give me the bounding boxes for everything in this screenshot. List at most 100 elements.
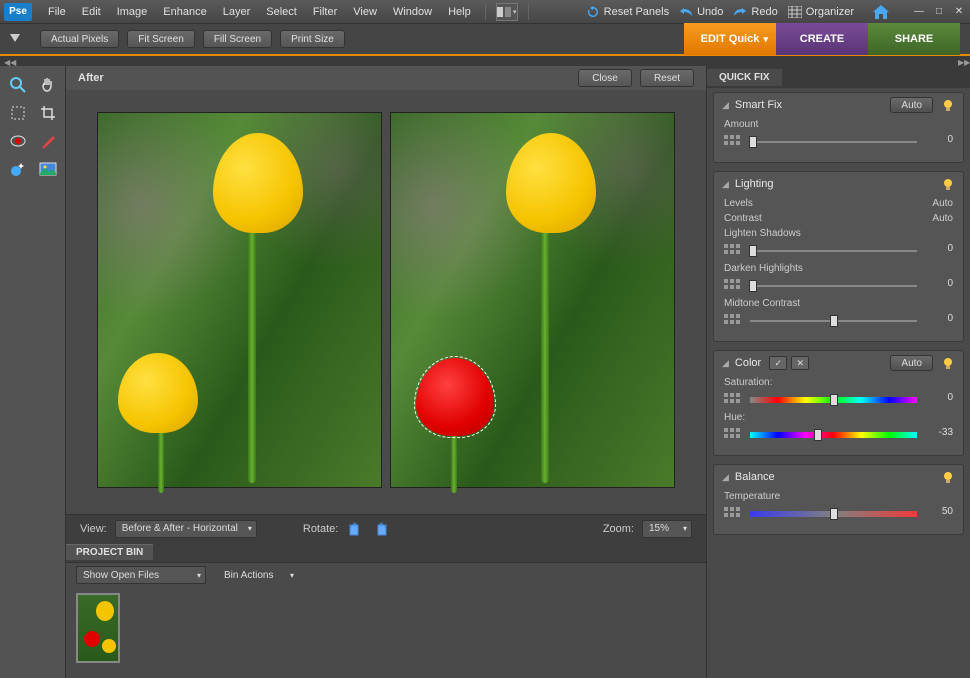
organizer-button[interactable]: Organizer <box>788 6 854 18</box>
color-auto-button[interactable]: Auto <box>890 355 933 371</box>
thumbnails-icon[interactable] <box>724 393 740 407</box>
before-image[interactable] <box>97 112 382 488</box>
saturation-slider[interactable] <box>750 397 917 403</box>
menu-help[interactable]: Help <box>440 6 479 18</box>
tip-icon[interactable] <box>941 356 955 370</box>
thumbnails-icon[interactable] <box>724 428 740 442</box>
collapse-icon[interactable]: ◢ <box>722 472 729 483</box>
minimize-button[interactable]: — <box>912 6 926 18</box>
menu-window[interactable]: Window <box>385 6 440 18</box>
levels-auto-button[interactable]: Auto <box>932 198 953 209</box>
darken-value[interactable]: 0 <box>927 278 953 294</box>
menu-layer[interactable]: Layer <box>215 6 259 18</box>
hue-slider[interactable] <box>750 432 917 438</box>
temperature-value[interactable]: 50 <box>927 506 953 522</box>
print-size-button[interactable]: Print Size <box>280 30 345 48</box>
layout-icon <box>497 7 511 17</box>
mode-edit-tab[interactable]: EDIT Quick <box>684 23 776 55</box>
collapse-right-icon[interactable]: ▶▶ <box>958 58 966 64</box>
accept-button[interactable]: ✓ <box>769 356 787 370</box>
menu-view[interactable]: View <box>345 6 385 18</box>
hand-tool[interactable] <box>36 74 60 96</box>
layout-selector[interactable]: ▾ <box>496 3 518 21</box>
smart-brush-tool[interactable] <box>6 158 30 180</box>
options-tri-icon[interactable] <box>10 34 20 44</box>
lighten-value[interactable]: 0 <box>927 243 953 259</box>
tip-icon[interactable] <box>941 177 955 191</box>
divider <box>485 4 486 20</box>
saturation-value[interactable]: 0 <box>927 392 953 408</box>
mode-share-tab[interactable]: SHARE <box>868 23 960 55</box>
thumbnails-icon[interactable] <box>724 279 740 293</box>
brush-tool[interactable] <box>36 130 60 152</box>
smart-fix-section: ◢ Smart Fix Auto Amount 0 <box>713 92 964 163</box>
after-image[interactable] <box>390 112 675 488</box>
quick-fix-tab[interactable]: QUICK FIX <box>707 69 782 86</box>
tip-icon[interactable] <box>941 470 955 484</box>
hue-value[interactable]: -33 <box>927 427 953 443</box>
home-icon[interactable] <box>872 4 890 20</box>
fit-screen-button[interactable]: Fit Screen <box>127 30 195 48</box>
amount-value[interactable]: 0 <box>927 134 953 150</box>
project-bin: Show Open Files Bin Actions <box>66 562 706 678</box>
thumbnails-icon[interactable] <box>724 507 740 521</box>
actual-pixels-button[interactable]: Actual Pixels <box>40 30 119 48</box>
app-logo: Pse <box>4 3 32 21</box>
zoom-tool[interactable] <box>6 74 30 96</box>
preview-close-button[interactable]: Close <box>578 69 632 87</box>
organizer-icon <box>788 6 802 18</box>
show-open-files-select[interactable]: Show Open Files <box>76 566 206 584</box>
redo-button[interactable]: Redo <box>733 6 777 18</box>
menu-edit[interactable]: Edit <box>74 6 109 18</box>
thumbnails-icon[interactable] <box>724 314 740 328</box>
menu-file[interactable]: File <box>40 6 74 18</box>
view-select[interactable]: Before & After - Horizontal <box>115 520 257 538</box>
midtone-value[interactable]: 0 <box>927 313 953 329</box>
photo-tool[interactable] <box>36 158 60 180</box>
collapse-icon[interactable]: ◢ <box>722 358 729 369</box>
menu-filter[interactable]: Filter <box>305 6 345 18</box>
collapse-left-icon[interactable]: ◀◀ <box>4 58 12 64</box>
thumbnails-icon[interactable] <box>724 244 740 258</box>
collapse-icon[interactable]: ◢ <box>722 179 729 190</box>
amount-slider[interactable] <box>750 141 917 143</box>
smart-fix-auto-button[interactable]: Auto <box>890 97 933 113</box>
view-bar: View: Before & After - Horizontal Rotate… <box>66 514 706 542</box>
tip-icon[interactable] <box>941 98 955 112</box>
reject-button[interactable]: ✕ <box>791 356 809 370</box>
temperature-slider[interactable] <box>750 511 917 517</box>
redeye-tool[interactable] <box>6 130 30 152</box>
darken-slider[interactable] <box>750 285 917 287</box>
rotate-ccw-icon[interactable] <box>346 521 364 537</box>
color-section: ◢ Color ✓ ✕ Auto Saturation: 0 <box>713 350 964 456</box>
menu-image[interactable]: Image <box>109 6 156 18</box>
reset-panels-button[interactable]: Reset Panels <box>586 5 669 19</box>
maximize-button[interactable]: □ <box>932 6 946 18</box>
color-title: Color <box>735 357 761 369</box>
fill-screen-button[interactable]: Fill Screen <box>203 30 272 48</box>
collapse-bar: ◀◀ ▶▶ <box>0 56 970 66</box>
selection-tool[interactable] <box>6 102 30 124</box>
close-window-button[interactable]: ✕ <box>952 6 966 18</box>
balance-title: Balance <box>735 471 775 483</box>
menu-select[interactable]: Select <box>258 6 305 18</box>
project-bin-tab[interactable]: PROJECT BIN <box>66 544 153 560</box>
bin-actions-select[interactable]: Bin Actions <box>218 566 298 584</box>
toolbox <box>0 66 66 678</box>
collapse-icon[interactable]: ◢ <box>722 100 729 111</box>
canvas-panel: After Close Reset <box>66 66 706 678</box>
mode-create-tab[interactable]: CREATE <box>776 23 868 55</box>
thumbnails-icon[interactable] <box>724 135 740 149</box>
midtone-slider[interactable] <box>750 320 917 322</box>
zoom-label: Zoom: <box>603 523 634 535</box>
bin-thumbnail[interactable] <box>76 593 120 663</box>
preview-reset-button[interactable]: Reset <box>640 69 694 87</box>
zoom-select[interactable]: 15% <box>642 520 692 538</box>
contrast-auto-button[interactable]: Auto <box>932 213 953 224</box>
lighten-slider[interactable] <box>750 250 917 252</box>
rotate-cw-icon[interactable] <box>372 521 390 537</box>
reset-panels-label: Reset Panels <box>604 6 669 18</box>
menu-enhance[interactable]: Enhance <box>155 6 214 18</box>
undo-button[interactable]: Undo <box>679 6 723 18</box>
crop-tool[interactable] <box>36 102 60 124</box>
